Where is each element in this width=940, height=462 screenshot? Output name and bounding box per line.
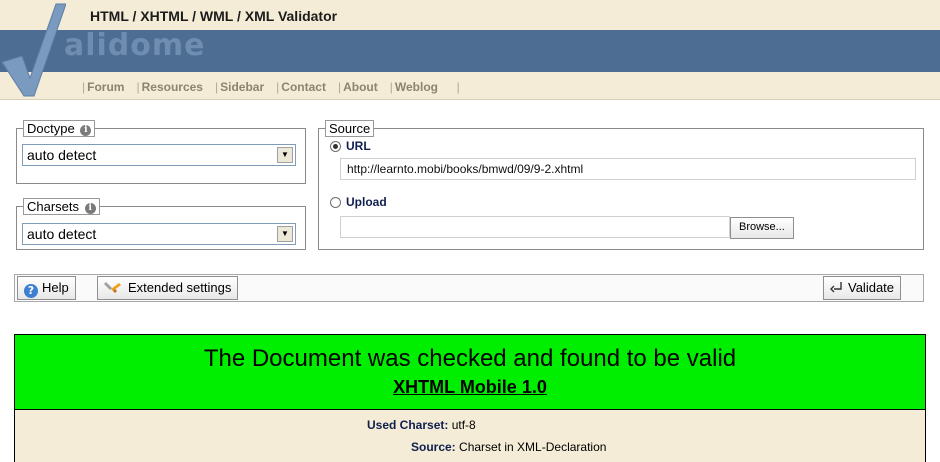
charset-line: Used Charset: utf-8: [367, 418, 476, 432]
main-nav: | Forum | Resources | Sidebar | Contact | Abo…: [82, 80, 460, 94]
upload-file-input[interactable]: [340, 216, 730, 238]
source-legend: Source: [325, 120, 375, 137]
nav-item-weblog[interactable]: Weblog: [395, 80, 438, 94]
logo-checkmark-icon: [1, 3, 66, 97]
url-radio[interactable]: [330, 141, 341, 152]
info-icon[interactable]: i: [80, 125, 92, 136]
help-icon: ?: [24, 284, 38, 298]
charsets-select[interactable]: auto detect ▼: [22, 223, 296, 245]
validate-button[interactable]: Validate: [823, 276, 902, 300]
page-title: HTML / XHTML / WML / XML Validator: [90, 8, 338, 24]
extended-settings-button[interactable]: Extended settings: [97, 276, 239, 300]
chevron-down-icon[interactable]: ▼: [277, 226, 293, 242]
nav-item-sidebar[interactable]: Sidebar: [220, 80, 264, 94]
charsets-legend: Charsets i: [23, 198, 100, 215]
doctype-select[interactable]: auto detect ▼: [22, 144, 296, 166]
nav-item-resources[interactable]: Resources: [142, 80, 203, 94]
nav-item-contact[interactable]: Contact: [281, 80, 326, 94]
source-label: Source:: [411, 440, 456, 454]
wrench-icon: [104, 282, 121, 293]
header: HTML / XHTML / WML / XML Validator alido…: [0, 0, 940, 100]
enter-icon: [830, 282, 842, 293]
upload-label: Upload: [346, 195, 387, 209]
upload-radio[interactable]: [330, 197, 341, 208]
source-value: Charset in XML-Declaration: [459, 440, 607, 454]
help-button[interactable]: ? Help: [17, 276, 76, 300]
doctype-legend: Doctype i: [23, 120, 96, 137]
result-details: Used Charset: utf-8 Source: Charset in X…: [14, 410, 926, 462]
url-input[interactable]: http://learnto.mobi/books/bmwd/09/9-2.xh…: [340, 158, 916, 180]
charset-value: utf-8: [451, 418, 476, 432]
source-line: Source: Charset in XML-Declaration: [411, 440, 606, 454]
nav-item-about[interactable]: About: [343, 80, 378, 94]
logo-text: alidome: [64, 28, 206, 63]
result-doctype-link[interactable]: XHTML Mobile 1.0: [15, 377, 925, 398]
browse-button[interactable]: Browse...: [730, 217, 794, 239]
info-icon[interactable]: i: [84, 203, 96, 214]
nav-item-forum[interactable]: Forum: [87, 80, 124, 94]
result-message: The Document was checked and found to be…: [203, 345, 737, 372]
url-label: URL: [346, 139, 371, 153]
charset-label: Used Charset:: [367, 418, 449, 432]
validation-result-banner: The Document was checked and found to be…: [14, 334, 926, 410]
chevron-down-icon[interactable]: ▼: [277, 147, 293, 163]
